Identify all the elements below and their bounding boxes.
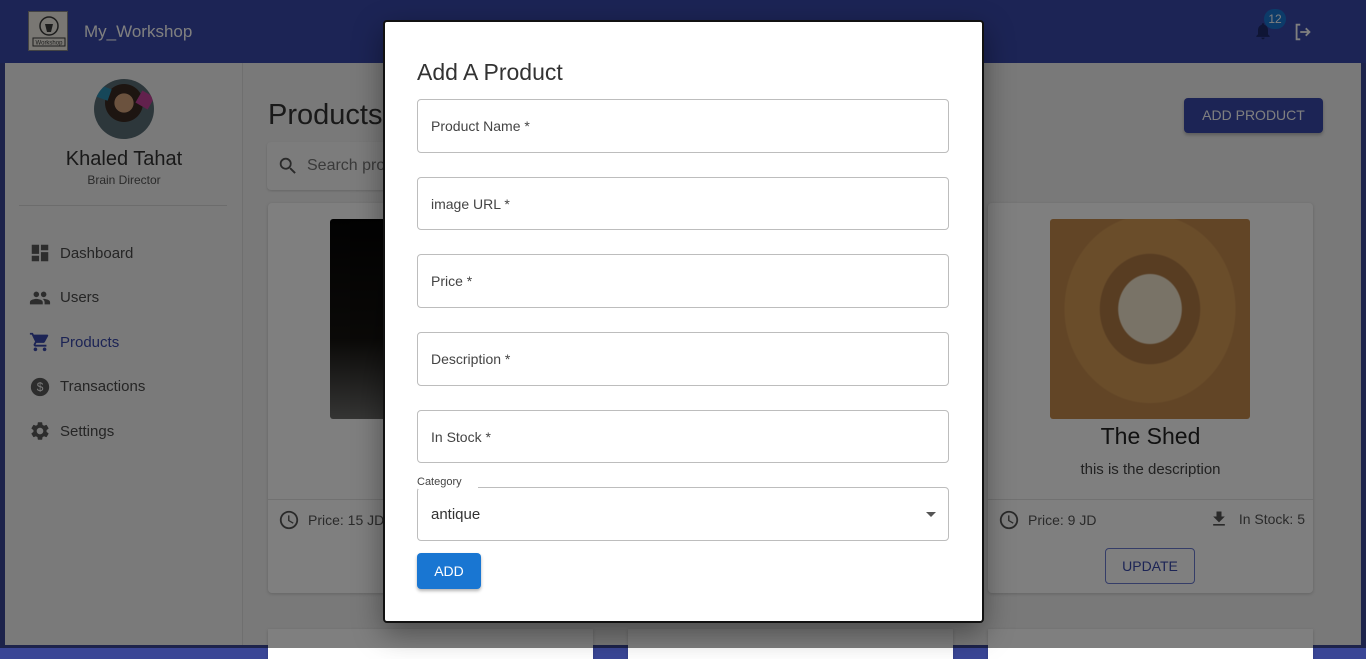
field-label: Product Name * — [431, 118, 530, 134]
add-button[interactable]: ADD — [417, 553, 481, 589]
category-value: antique — [431, 506, 481, 523]
dialog-title: Add A Product — [417, 59, 563, 85]
price-field[interactable]: Price * — [417, 254, 949, 308]
in-stock-field[interactable]: In Stock * — [417, 410, 949, 463]
category-select[interactable]: antique — [417, 487, 949, 541]
category-label: Category — [417, 476, 462, 488]
field-label: Price * — [431, 273, 473, 289]
add-product-dialog: Add A Product Product Name * image URL *… — [383, 20, 984, 623]
field-label: image URL * — [431, 196, 510, 212]
field-label: Description * — [431, 351, 511, 367]
field-label: In Stock * — [431, 429, 491, 445]
app-window: Workshop My_Workshop 12 Khaled Tahat Bra… — [0, 0, 1366, 659]
product-name-field[interactable]: Product Name * — [417, 99, 949, 153]
chevron-down-icon — [926, 512, 936, 517]
description-field[interactable]: Description * — [417, 332, 949, 386]
image-url-field[interactable]: image URL * — [417, 177, 949, 230]
